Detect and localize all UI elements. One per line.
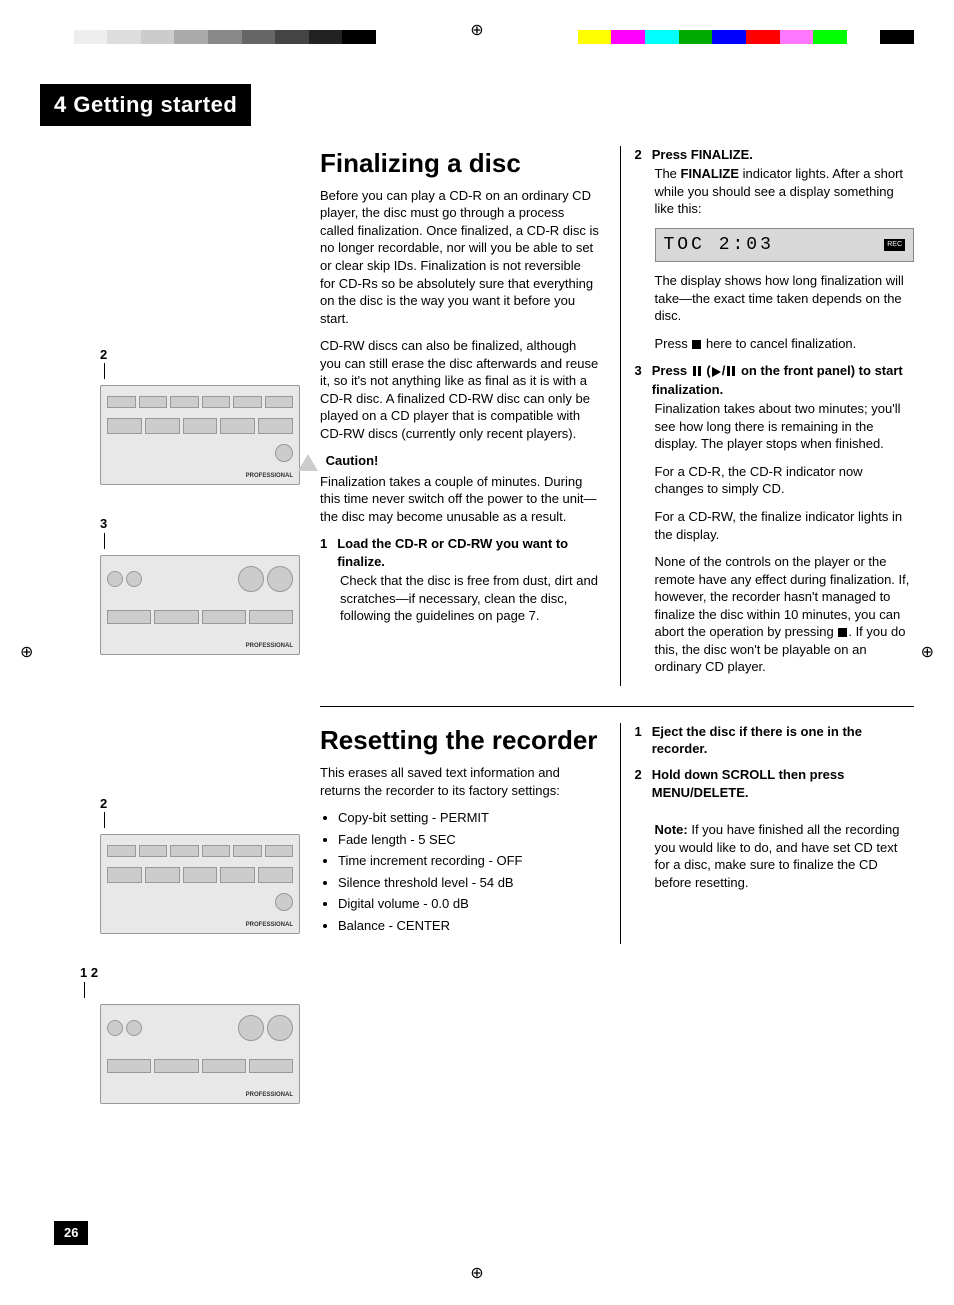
- registration-mark-icon: ⊕: [470, 20, 483, 42]
- figure-callout-number: 2: [100, 346, 300, 364]
- display-text: TOC 2:03: [664, 233, 774, 257]
- chapter-header: 4 Getting started: [40, 84, 251, 126]
- step-body: Check that the disc is free from dust, d…: [340, 572, 600, 625]
- step-body: None of the controls on the player or th…: [655, 553, 915, 676]
- step-heading: 1 Load the CD-R or CD-RW you want to fin…: [320, 535, 600, 570]
- step-heading: 3 Press (/ on the front panel) to start …: [635, 362, 915, 398]
- caution-icon: [298, 454, 318, 471]
- device-illustration: PROFESSIONAL: [100, 834, 300, 934]
- step-body: For a CD-RW, the finalize indicator ligh…: [655, 508, 915, 543]
- device-illustration: PROFESSIONAL: [100, 555, 300, 655]
- step-body: For a CD-R, the CD-R indicator now chang…: [655, 463, 915, 498]
- illustration-column: 2 PROFESSIONAL 3 PROFESSIONAL 2: [40, 146, 300, 1134]
- factory-settings-list: Copy-bit setting - PERMIT Fade length - …: [320, 809, 600, 934]
- list-item: Balance - CENTER: [338, 917, 600, 935]
- caution-body: Finalization takes a couple of minutes. …: [320, 473, 600, 526]
- text-column: Finalizing a disc Before you can play a …: [320, 146, 914, 1134]
- section-heading: Finalizing a disc: [320, 146, 600, 181]
- device-illustration: PROFESSIONAL: [100, 1004, 300, 1104]
- list-item: Silence threshold level - 54 dB: [338, 874, 600, 892]
- note-paragraph: Note: If you have finished all the recor…: [655, 821, 915, 891]
- section-finalizing: Finalizing a disc Before you can play a …: [320, 146, 914, 706]
- device-illustration: PROFESSIONAL: [100, 385, 300, 485]
- registration-mark-icon: ⊕: [470, 1263, 483, 1285]
- stop-icon: [838, 628, 847, 637]
- body-paragraph: This erases all saved text information a…: [320, 764, 600, 799]
- figure-callout-number: 2: [100, 795, 300, 813]
- section-heading: Resetting the recorder: [320, 723, 600, 758]
- stop-icon: [692, 340, 701, 349]
- figure-callout-number: 3: [100, 515, 300, 533]
- step-body: Finalization takes about two minutes; yo…: [655, 400, 915, 453]
- step-heading: 1 Eject the disc if there is one in the …: [635, 723, 915, 758]
- step-body: The display shows how long finalization …: [655, 272, 915, 325]
- registration-mark-icon: ⊕: [921, 642, 934, 664]
- figure-callout-number: 1 2: [80, 964, 300, 982]
- step-body: Press here to cancel finalization.: [655, 335, 915, 353]
- section-resetting: Resetting the recorder This erases all s…: [320, 706, 914, 964]
- step-heading: 2 Hold down SCROLL then press MENU/DELET…: [635, 766, 915, 801]
- list-item: Fade length - 5 SEC: [338, 831, 600, 849]
- rec-indicator-icon: REC: [884, 239, 905, 250]
- registration-mark-icon: ⊕: [20, 642, 33, 664]
- step-body: The FINALIZE indicator lights. After a s…: [655, 165, 915, 218]
- manual-page: ⊕ ⊕ ⊕ ⊕ 4 Getting started 2 PRO: [0, 0, 954, 1305]
- caution-heading: Caution!: [326, 453, 379, 468]
- pause-icon: [692, 363, 702, 381]
- list-item: Digital volume - 0.0 dB: [338, 895, 600, 913]
- content-area: 2 PROFESSIONAL 3 PROFESSIONAL 2: [40, 146, 914, 1134]
- page-number: 26: [54, 1221, 88, 1245]
- lcd-display: TOC 2:03 REC: [655, 228, 915, 262]
- body-paragraph: Before you can play a CD-R on an ordinar…: [320, 187, 600, 327]
- play-icon: [712, 367, 721, 377]
- pause-icon: [726, 363, 736, 381]
- list-item: Time increment recording - OFF: [338, 852, 600, 870]
- step-heading: 2 Press FINALIZE.: [635, 146, 915, 164]
- list-item: Copy-bit setting - PERMIT: [338, 809, 600, 827]
- body-paragraph: CD-RW discs can also be finalized, altho…: [320, 337, 600, 442]
